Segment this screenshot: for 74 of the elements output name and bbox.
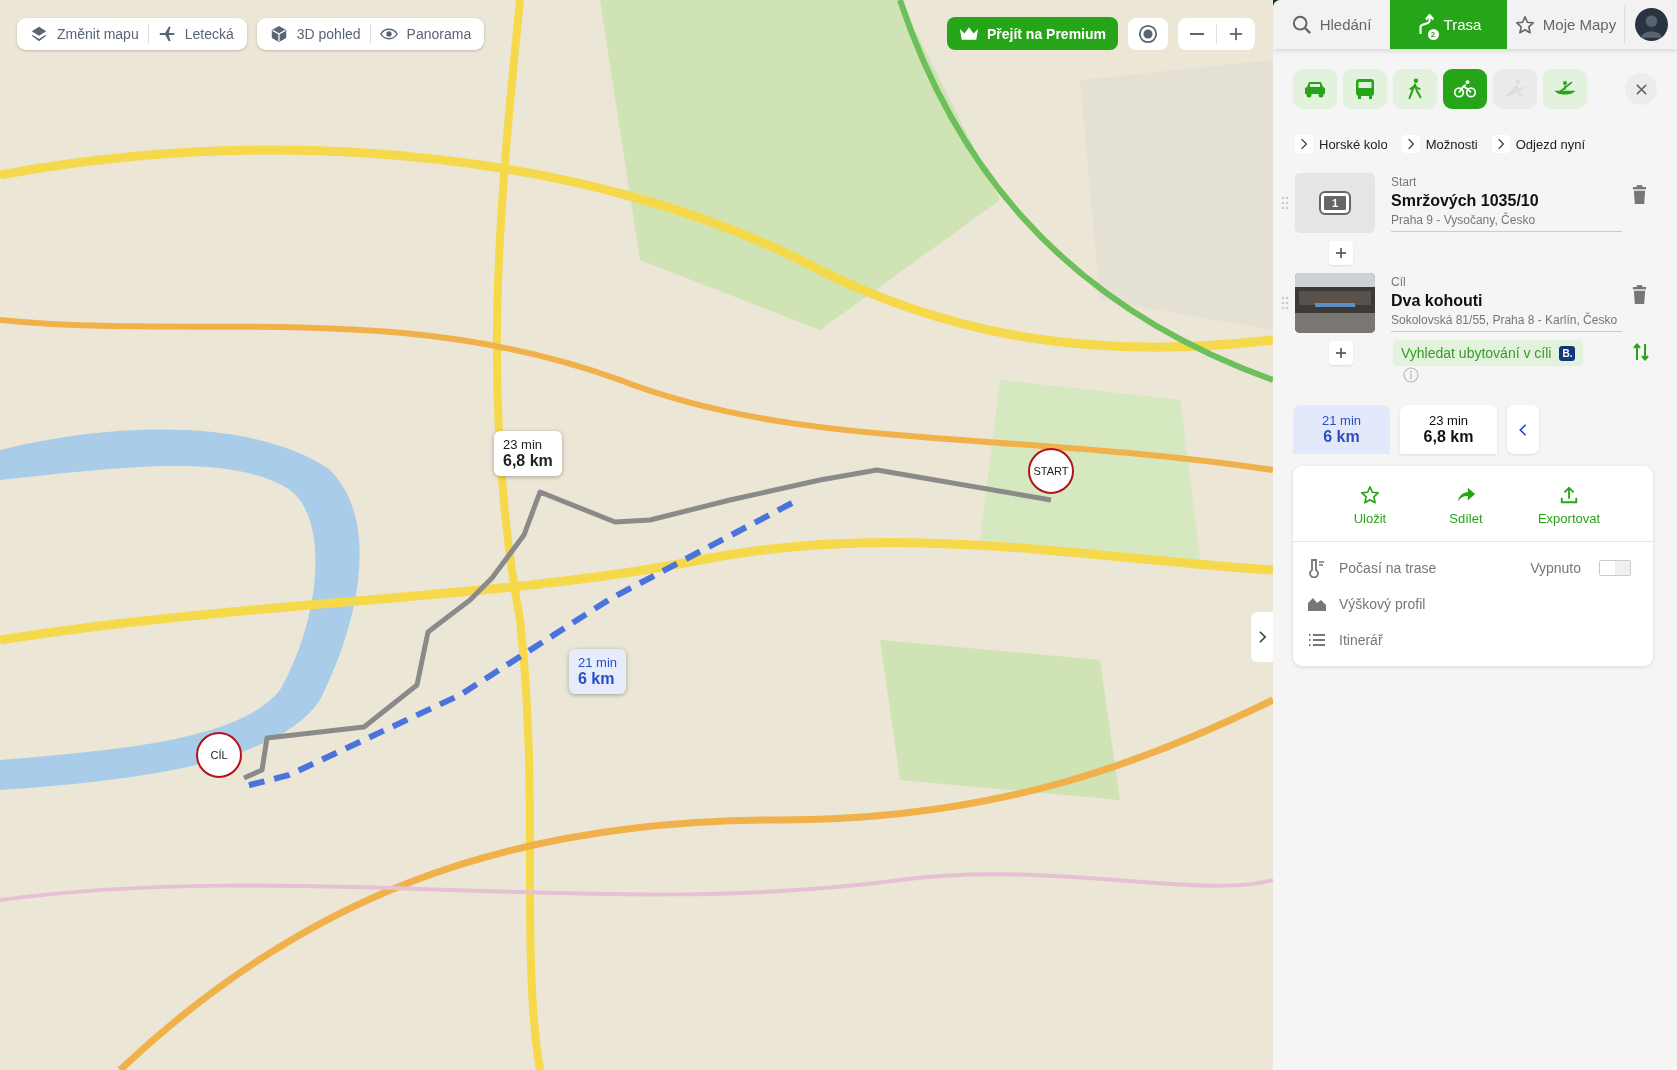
upload-icon	[1559, 485, 1579, 505]
waypoint-thumbnail: 1	[1295, 173, 1375, 233]
route-setting-button[interactable]: Odjezd nyní	[1491, 135, 1586, 153]
route-label[interactable]: 21 min 6 km	[569, 649, 627, 694]
collapse-options-button[interactable]	[1507, 405, 1539, 454]
detail-item[interactable]: Počasí na trase	[1339, 560, 1437, 576]
waypoint-address: Praha 9 - Vysočany, Česko	[1391, 212, 1537, 227]
map-tool-button[interactable]: Letecká	[148, 17, 243, 50]
detail-item[interactable]: Výškový profil	[1339, 596, 1426, 612]
trash-icon	[1632, 285, 1647, 304]
star-icon	[1514, 13, 1535, 36]
map-tool-button[interactable]: Změnit mapu	[21, 17, 148, 50]
toggle-switch[interactable]	[1599, 560, 1631, 576]
avatar[interactable]	[1634, 8, 1668, 41]
route-line[interactable]	[245, 500, 794, 789]
route-setting-button[interactable]: Horské kolo	[1295, 135, 1388, 153]
route-label[interactable]: 23 min 6,8 km	[494, 431, 562, 476]
info-icon[interactable]	[1403, 367, 1419, 383]
drag-handle-icon[interactable]	[1281, 296, 1289, 310]
plus-icon	[1336, 348, 1346, 358]
layers-icon	[30, 24, 48, 43]
drag-handle-icon[interactable]	[1281, 196, 1289, 210]
detail-item[interactable]: Itinerář	[1339, 632, 1383, 648]
cube-icon	[269, 24, 288, 43]
transport-mode-button[interactable]	[1393, 69, 1437, 109]
transport-mode-button[interactable]	[1543, 69, 1587, 109]
map-tool-button[interactable]: 3D pohled	[260, 17, 370, 50]
crown-icon	[958, 26, 979, 41]
transport-mode-button[interactable]	[1443, 69, 1487, 109]
transport-mode-button[interactable]	[1293, 69, 1337, 109]
panel-tab[interactable]: Moje Mapy	[1507, 0, 1624, 49]
chevron-right-icon	[1257, 630, 1267, 644]
swap-arrows-icon	[1633, 342, 1649, 361]
route-option[interactable]: 21 min 6 km	[1293, 405, 1390, 454]
target-icon	[1138, 23, 1158, 44]
waypoint-name[interactable]: Smržových 1035/10	[1391, 191, 1622, 210]
bicycle-icon	[1453, 78, 1477, 100]
premium-button[interactable]: Přejít na Premium	[946, 17, 1118, 50]
waypoint-role: Start	[1391, 174, 1418, 189]
route-action-button[interactable]: Sdílet	[1435, 484, 1496, 527]
chevron-right-icon	[1491, 135, 1510, 153]
route-option[interactable]: 23 min 6,8 km	[1400, 405, 1497, 454]
waypoint-role: Cíl	[1391, 274, 1407, 289]
close-icon	[1634, 82, 1648, 96]
booking-badge: B.	[1559, 345, 1576, 361]
plus-icon	[1229, 26, 1243, 41]
star-icon	[1359, 485, 1380, 505]
panel-tab[interactable]: 2 Trasa	[1390, 0, 1507, 49]
locate-button[interactable]	[1128, 17, 1168, 50]
trash-icon	[1632, 185, 1647, 204]
waypoint-address: Sokolovská 81/55, Praha 8 - Karlín, Česko	[1391, 312, 1619, 327]
plane-icon	[157, 24, 176, 43]
route-setting-button[interactable]: Možnosti	[1401, 135, 1478, 153]
search-icon	[1291, 13, 1312, 36]
toggle-status: Vypnuto	[1530, 560, 1581, 576]
collapse-panel-button[interactable]	[1251, 612, 1273, 662]
route-action-button[interactable]: Exportovat	[1531, 484, 1607, 527]
plus-icon	[1336, 248, 1346, 258]
accommodation-button[interactable]: Vyhledat ubytování v cíli B.	[1393, 340, 1584, 366]
bus-icon	[1353, 78, 1377, 100]
chevron-left-icon	[1518, 422, 1528, 437]
chevron-right-icon	[1295, 135, 1313, 153]
waypoint-name[interactable]: Dva kohouti	[1391, 291, 1622, 310]
add-waypoint-button[interactable]	[1329, 241, 1353, 265]
thermometer-icon	[1307, 558, 1327, 578]
close-button[interactable]	[1625, 73, 1657, 105]
panel-tab[interactable]: Hledání	[1273, 0, 1390, 49]
route-count-badge: 2	[1427, 28, 1439, 40]
chevron-right-icon	[1401, 135, 1420, 153]
minus-icon	[1190, 32, 1204, 35]
transport-mode-button[interactable]	[1343, 69, 1387, 109]
add-waypoint-button[interactable]	[1329, 341, 1353, 365]
route-action-button[interactable]: Uložit	[1339, 484, 1400, 527]
map-tool-button[interactable]: Panorama	[370, 17, 481, 50]
